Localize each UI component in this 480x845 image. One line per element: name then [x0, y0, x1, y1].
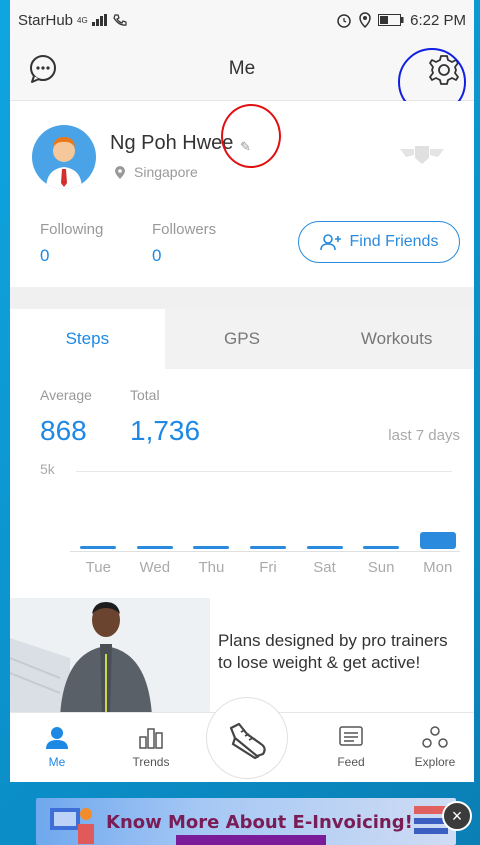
nav-explore[interactable]: Explore [400, 725, 470, 769]
bar-mon[interactable] [419, 532, 456, 549]
nav-feed[interactable]: Feed [316, 725, 386, 769]
bar-tue[interactable] [80, 546, 117, 549]
alarm-icon [337, 14, 351, 28]
find-friends-label: Find Friends [349, 233, 439, 250]
explore-icon [422, 726, 448, 748]
ad-subtitle-bar [176, 835, 326, 845]
bottom-nav: Me Trends Feed Explore [10, 697, 474, 782]
bar-sun[interactable] [363, 546, 400, 549]
avatar-person-icon [46, 137, 82, 189]
day-label-wed: Wed [139, 559, 171, 576]
promo-text: Plans designed by pro trainers to lose w… [218, 631, 448, 672]
tab-steps[interactable]: Steps [10, 309, 165, 369]
section-gap [10, 287, 474, 309]
bar-fri[interactable] [250, 546, 286, 549]
shoe-icon [229, 722, 266, 760]
profile-location: Singapore [114, 164, 198, 180]
average-label: Average [40, 387, 92, 403]
signal-icon [91, 14, 107, 26]
trends-icon [139, 728, 163, 749]
y-axis-max-label: 5k [40, 461, 55, 477]
nav-trends-label: Trends [132, 755, 170, 769]
ad-title: Know More About E-Invoicing! [106, 812, 413, 833]
day-label-sun: Sun [367, 559, 395, 576]
find-friends-button[interactable]: Find Friends [298, 221, 460, 263]
trainer-image [10, 598, 210, 716]
day-label-thu: Thu [198, 559, 225, 576]
profile-name: Ng Poh Hwee [110, 132, 234, 154]
battery-icon [378, 14, 404, 26]
chart-baseline [70, 551, 460, 552]
tab-workouts[interactable]: Workouts [319, 309, 474, 369]
followers-label: Followers [152, 221, 217, 238]
nav-explore-label: Explore [414, 755, 456, 769]
activity-card: Steps GPS Workouts Average Total 868 1,7… [10, 309, 474, 614]
gridline-max [76, 471, 452, 472]
following-label: Following [40, 221, 104, 238]
location-pin-icon [115, 165, 125, 179]
carrier-label: StarHub [18, 11, 74, 29]
add-friend-icon [319, 234, 341, 251]
location-icon [359, 12, 371, 28]
nav-me[interactable]: Me [22, 725, 92, 769]
total-label: Total [130, 387, 160, 403]
avatar[interactable] [32, 125, 96, 189]
total-value: 1,736 [130, 415, 201, 446]
settings-button[interactable] [398, 48, 466, 116]
nav-trends[interactable]: Trends [116, 725, 186, 769]
feed-icon [339, 726, 363, 746]
steps-chart[interactable] [70, 519, 460, 549]
followers-count: 0 [152, 246, 162, 265]
bar-sat[interactable] [306, 546, 343, 549]
followers-stat[interactable]: Followers 0 [152, 221, 216, 266]
bar-wed[interactable] [136, 546, 173, 549]
top-bar: Me [10, 40, 474, 116]
following-stat[interactable]: Following 0 [40, 221, 103, 266]
location-label: Singapore [134, 164, 198, 180]
start-workout-button[interactable] [206, 697, 288, 779]
ad-banner[interactable]: Know More About E-Invoicing! [36, 798, 456, 845]
nav-me-label: Me [48, 755, 66, 769]
average-value: 868 [40, 415, 87, 446]
status-time: 6:22 PM [410, 11, 466, 29]
highlight-circle-red [221, 104, 281, 168]
day-label-tue: Tue [85, 559, 111, 576]
day-label-mon: Mon [423, 559, 453, 576]
rank-badge-icon [400, 146, 444, 164]
day-label-sat: Sat [313, 559, 336, 576]
activity-tabs: Steps GPS Workouts [10, 309, 474, 369]
phone-off-icon [113, 14, 127, 26]
close-ad-button[interactable]: × [442, 801, 472, 831]
period-label[interactable]: last 7 days [388, 427, 460, 444]
network-label: 4G [77, 15, 88, 25]
day-label-fri: Fri [259, 559, 277, 576]
person-icon [46, 727, 68, 749]
ad-illustration [50, 808, 94, 844]
nav-feed-label: Feed [337, 755, 365, 769]
bar-thu[interactable] [193, 546, 230, 549]
following-count: 0 [40, 246, 50, 265]
tab-gps[interactable]: GPS [164, 309, 320, 369]
status-bar: StarHub 4G 6:22 PM [10, 0, 474, 40]
phone-screen: StarHub 4G 6:22 PM Me Ng Poh Hwee ✎ Sing… [10, 0, 474, 782]
